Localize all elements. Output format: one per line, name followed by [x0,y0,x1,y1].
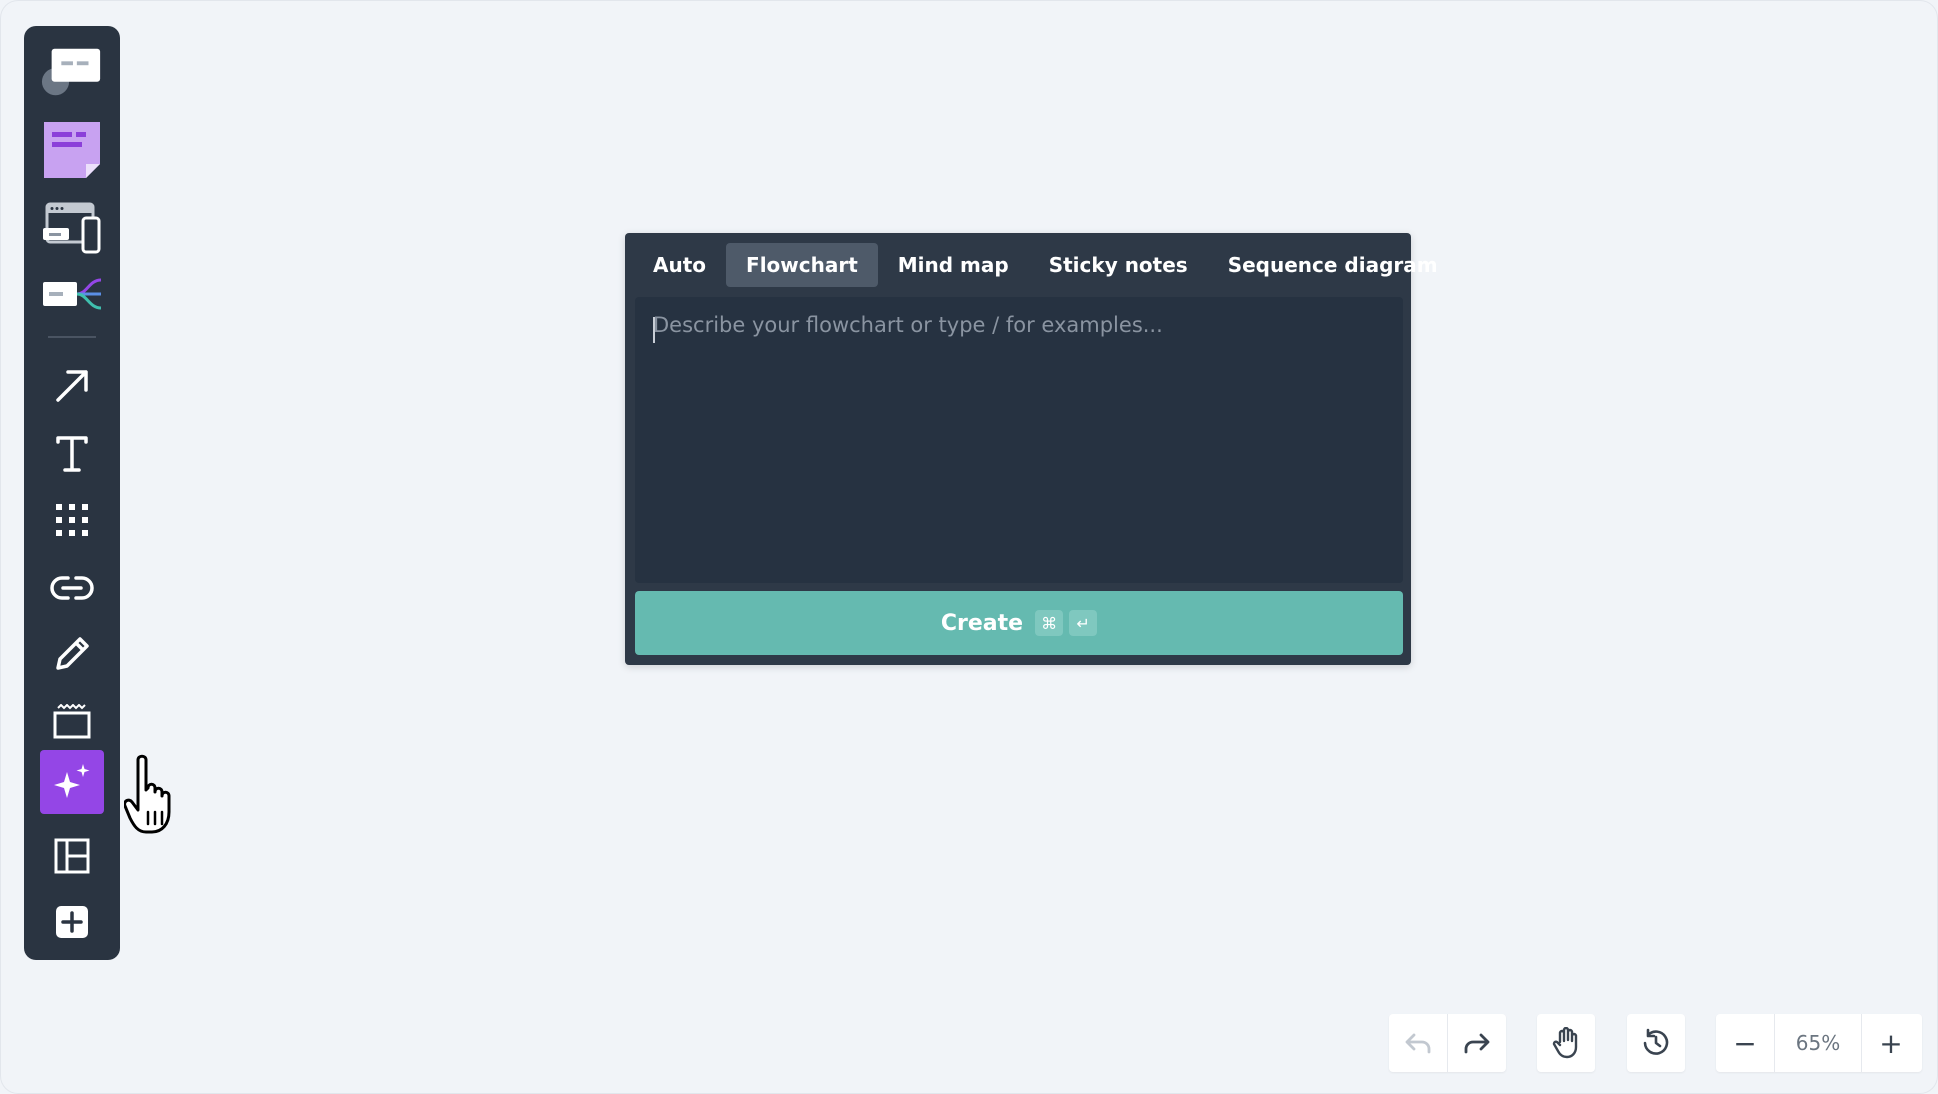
pan-button[interactable] [1537,1014,1595,1072]
ai-sparkle-icon [54,764,90,798]
pencil-icon [56,637,89,670]
link-tool[interactable] [40,556,104,620]
history-button[interactable] [1627,1014,1685,1072]
add-icon [56,906,88,938]
arrow-icon [56,370,88,402]
tab-flowchart[interactable]: Flowchart [726,243,878,287]
card-connector-icon [43,278,102,310]
ai-generate-dialog: Auto Flowchart Mind map Sticky notes Seq… [625,233,1438,665]
zoom-controls: − 65% + [1716,1014,1922,1072]
toolbar-divider [48,336,96,338]
arrow-tool[interactable] [40,354,104,418]
hand-icon [1552,1027,1578,1059]
history-group [1627,1014,1685,1072]
cmd-key-hint: ⌘ [1035,610,1064,636]
tab-mind-map[interactable]: Mind map [878,243,1029,287]
layout-tool[interactable] [40,824,104,888]
zoom-level[interactable]: 65% [1774,1014,1862,1072]
redo-icon [1464,1033,1490,1054]
history-icon [1643,1028,1669,1055]
undo-icon [1405,1033,1431,1054]
tab-sticky-notes[interactable]: Sticky notes [1029,243,1208,287]
prompt-input[interactable] [635,297,1403,583]
grid-icon [56,504,88,536]
tab-auto[interactable]: Auto [633,243,726,287]
create-button-label: Create [940,610,1024,636]
sticky-note-tool[interactable] [40,118,104,182]
undo-button[interactable] [1389,1014,1447,1072]
redo-button[interactable] [1448,1014,1506,1072]
frame-icon [53,704,91,739]
hand-pointer-cursor [124,754,171,834]
card-connector-tool[interactable] [40,262,104,326]
undo-redo-group [1389,1014,1506,1072]
text-caret [653,317,655,343]
diagram-type-tabs: Auto Flowchart Mind map Sticky notes Seq… [633,243,1458,287]
pencil-tool[interactable] [40,622,104,686]
devices-wireframe-tool[interactable] [40,196,104,260]
zoom-in-button[interactable]: + [1862,1014,1920,1072]
canvas[interactable]: Auto Flowchart Mind map Sticky notes Seq… [0,0,1938,1094]
comment-card-tool[interactable] [40,40,104,104]
enter-key-hint: ↵ [1069,610,1098,636]
devices-wireframe-icon [43,202,101,254]
text-icon [56,436,88,472]
zoom-out-button[interactable]: − [1716,1014,1774,1072]
comment-card-icon [41,48,101,96]
frame-tool[interactable] [40,690,104,754]
plus-icon: + [1879,1026,1903,1060]
sticky-note-icon [44,122,100,178]
layout-icon [54,838,90,874]
minus-icon: − [1733,1026,1757,1060]
create-button[interactable]: Create ⌘ ↵ [635,591,1403,655]
pan-group [1537,1014,1595,1072]
ai-sparkle-tool[interactable] [40,750,104,814]
tab-sequence-diagram[interactable]: Sequence diagram [1208,243,1458,287]
link-icon [50,576,94,600]
left-toolbar [24,26,120,960]
add-tool[interactable] [40,890,104,954]
text-tool[interactable] [40,422,104,486]
grid-tool[interactable] [40,488,104,552]
